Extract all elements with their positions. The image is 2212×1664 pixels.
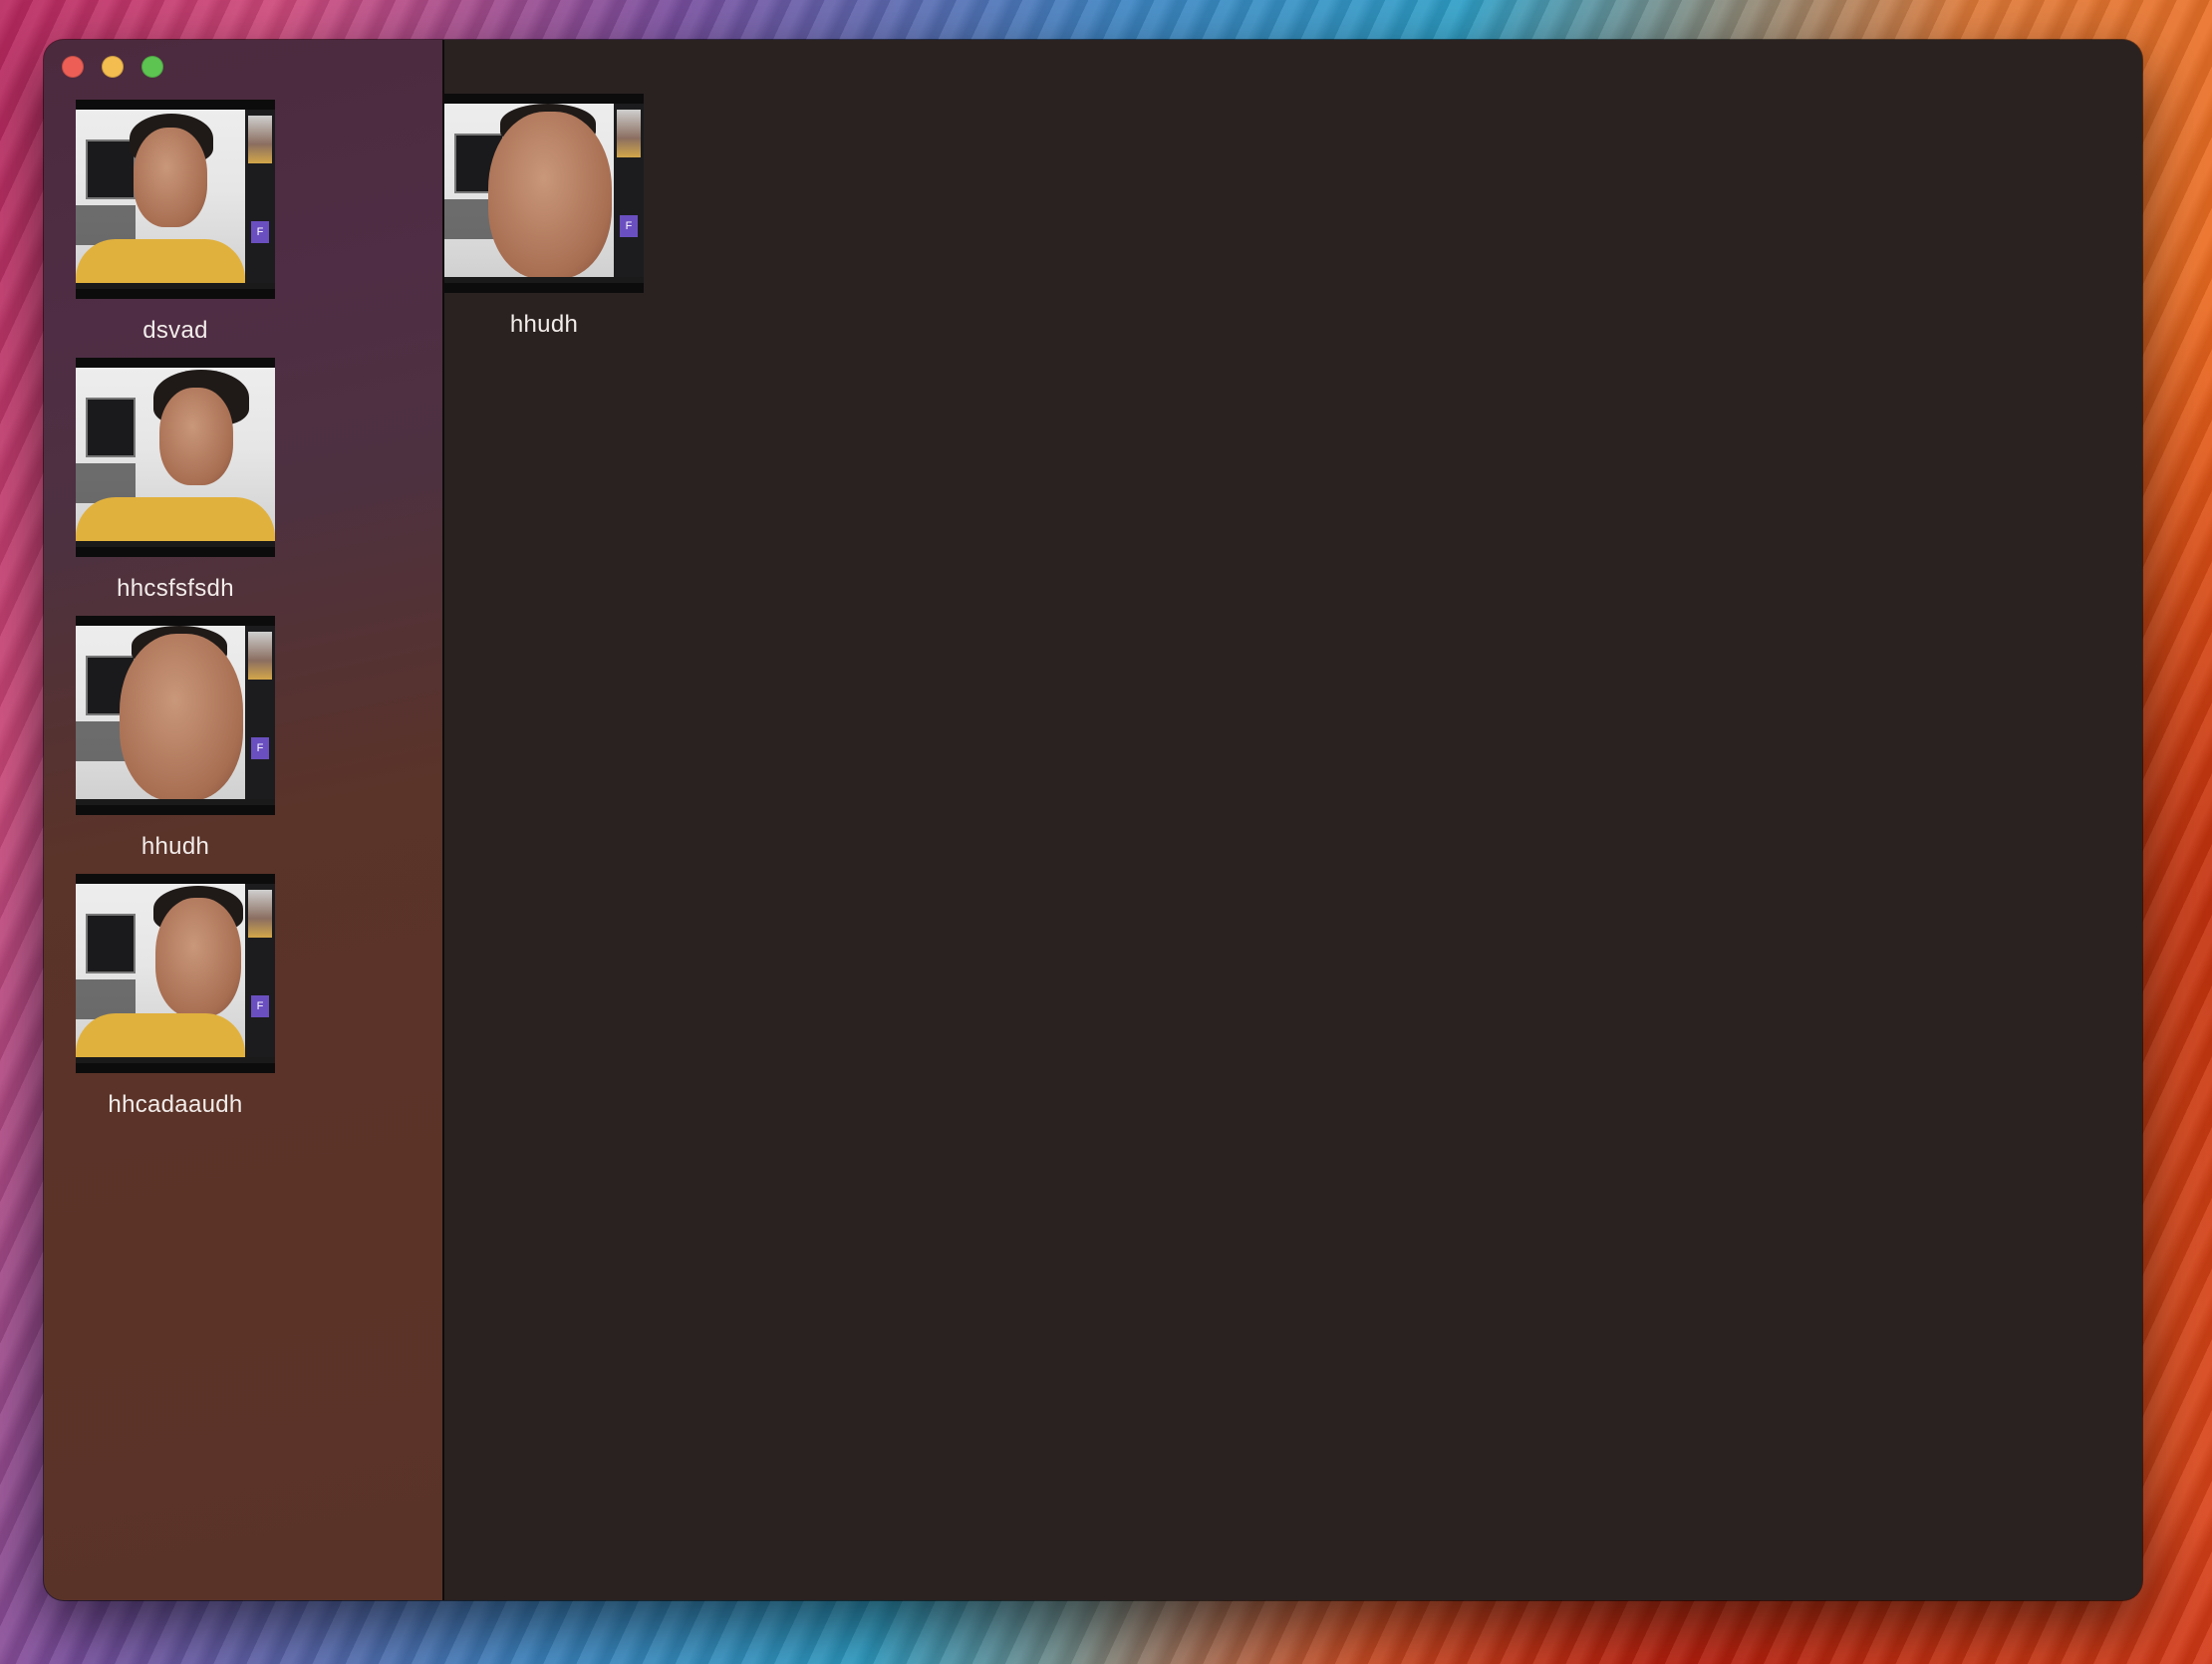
avatar: F <box>251 221 269 243</box>
face <box>159 388 233 485</box>
sidebar-item-hhcsfsfsdh[interactable]: hhcsfsfsdh <box>64 358 319 615</box>
avatar: F <box>251 737 269 759</box>
close-icon[interactable] <box>62 56 84 78</box>
video-frame: F <box>76 110 275 289</box>
sidebar-item-dsvad[interactable]: F dsvad <box>64 100 319 357</box>
face <box>488 112 612 279</box>
zoom-icon[interactable] <box>141 56 163 78</box>
shirt <box>76 239 245 289</box>
sidebar-item-label: hhcadaaudh <box>108 1091 243 1118</box>
thumbnail-image: F <box>76 874 275 1073</box>
sidebar-item-hhudh[interactable]: F hhudh <box>64 616 319 873</box>
sidebar-item-hhcadaaudh[interactable]: F hhcadaaudh <box>64 874 319 1131</box>
thumbnail-image: F <box>444 94 644 293</box>
face <box>134 128 207 227</box>
app-window: F dsvad hhcsfsfsdh F hhudh F hhcadaaudh … <box>44 40 2142 1600</box>
desktop-wallpaper: F dsvad hhcsfsfsdh F hhudh F hhcadaaudh … <box>0 0 2212 1664</box>
sidebar-item-label: hhcsfsfsdh <box>117 575 234 602</box>
shirt <box>76 497 275 547</box>
participants-panel <box>245 626 275 805</box>
sidebar-item-label: hhudh <box>140 833 210 860</box>
participants-panel <box>245 110 275 289</box>
avatar: F <box>620 215 638 237</box>
video-frame: F <box>444 104 644 283</box>
video-toolbar <box>444 277 644 283</box>
video-toolbar <box>76 1057 275 1063</box>
avatar: F <box>251 995 269 1017</box>
sidebar-item-label: dsvad <box>142 317 208 344</box>
video-frame: F <box>76 884 275 1063</box>
thumbnail-image: F <box>76 100 275 299</box>
main-item-label: hhudh <box>509 311 579 338</box>
main-item-hhudh[interactable]: F hhudh <box>444 94 699 351</box>
thumbnail-image <box>76 358 275 557</box>
main-content: F hhudh <box>444 40 2142 1600</box>
video-frame <box>76 368 275 547</box>
video-toolbar <box>76 283 275 289</box>
minimize-icon[interactable] <box>102 56 124 78</box>
shirt <box>76 1013 245 1063</box>
video-frame: F <box>76 626 275 805</box>
video-toolbar <box>76 799 275 805</box>
face <box>120 634 243 801</box>
face <box>155 898 241 1017</box>
participants-panel <box>614 104 644 283</box>
thumbnail-image: F <box>76 616 275 815</box>
participants-panel <box>245 884 275 1063</box>
video-toolbar <box>76 541 275 547</box>
sidebar: F dsvad hhcsfsfsdh F hhudh F hhcadaaudh <box>44 40 444 1600</box>
